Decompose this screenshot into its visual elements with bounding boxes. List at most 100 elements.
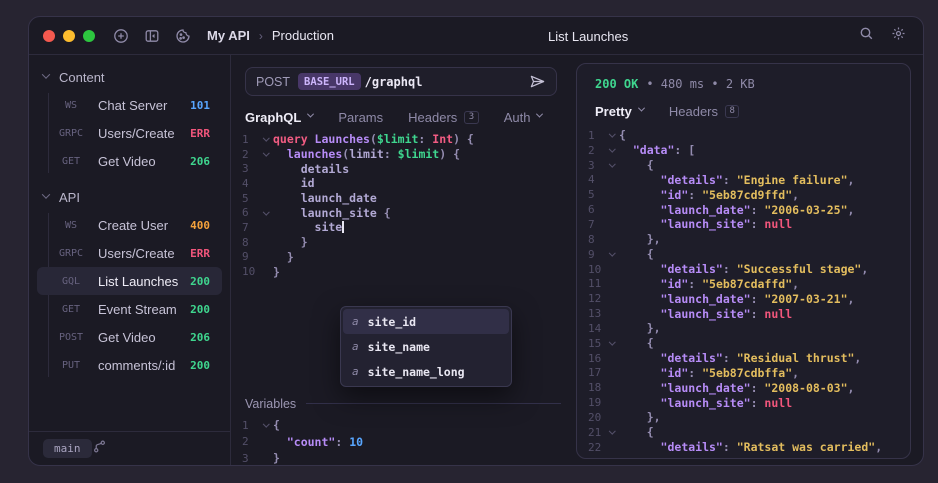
- tab-graphql[interactable]: GraphQL: [245, 110, 315, 125]
- query-line[interactable]: 5 launch_date: [231, 191, 569, 206]
- gear-icon[interactable]: [891, 26, 906, 46]
- response-line[interactable]: 18 "launch_date": "2008-08-03",: [577, 380, 910, 395]
- response-line[interactable]: 7 "launch_site": null: [577, 217, 910, 232]
- response-line[interactable]: 9 {: [577, 247, 910, 262]
- chevron-down-icon[interactable]: [608, 249, 616, 256]
- variables-editor[interactable]: 1{2 "count": 10 3}: [231, 417, 569, 465]
- minimize-window-button[interactable]: [63, 29, 75, 42]
- autocomplete-item-site-name-long[interactable]: a site_name_long: [343, 359, 509, 384]
- code-text: "launch_date": "2008-08-03",: [660, 380, 855, 395]
- line-number: 7: [588, 217, 595, 231]
- response-line[interactable]: 10 "details": "Successful stage",: [577, 262, 910, 277]
- code-text: "launch_site": null: [660, 217, 793, 232]
- query-line[interactable]: 8 }: [231, 235, 569, 250]
- chevron-down-icon[interactable]: [608, 160, 616, 167]
- autocomplete-item-site-id[interactable]: a site_id: [343, 309, 509, 334]
- response-line[interactable]: 20 },: [577, 410, 910, 425]
- request-name: List Launches: [98, 273, 179, 289]
- tab-label: Pretty: [595, 103, 632, 119]
- variables-line[interactable]: 1{: [231, 417, 569, 434]
- env-variable-pill[interactable]: BASE_URL: [298, 73, 361, 90]
- response-line[interactable]: 5 "id": "5eb87cd9ffd",: [577, 187, 910, 202]
- sidebar-item-get-video[interactable]: GET Get Video 206: [37, 147, 222, 175]
- sidebar-item-get-video[interactable]: POST Get Video 206: [37, 323, 222, 351]
- response-line[interactable]: 2 "data": [: [577, 143, 910, 158]
- breadcrumb-separator-icon: ›: [258, 28, 263, 43]
- sidebar-section-header-content[interactable]: Content: [29, 63, 230, 91]
- tab-headers[interactable]: Headers 8: [669, 104, 740, 119]
- query-line[interactable]: 7 site: [231, 220, 569, 235]
- git-branch-icon[interactable]: [92, 439, 107, 459]
- response-line[interactable]: 14 },: [577, 321, 910, 336]
- response-line[interactable]: 19 "launch_site": null: [577, 395, 910, 410]
- response-line[interactable]: 6 "launch_date": "2006-03-25",: [577, 202, 910, 217]
- panel-left-icon[interactable]: [144, 28, 160, 44]
- search-icon[interactable]: [859, 26, 874, 46]
- chevron-down-icon[interactable]: [262, 208, 270, 215]
- chevron-down-icon[interactable]: [608, 338, 616, 346]
- send-icon[interactable]: [529, 73, 546, 90]
- request-method-label: GRPC: [58, 247, 84, 259]
- sidebar-item-users-create[interactable]: GRPC Users/Create ERR: [37, 239, 222, 267]
- code-text: launch_site {: [273, 205, 391, 220]
- sidebar-item-users-create[interactable]: GRPC Users/Create ERR: [37, 119, 222, 147]
- response-line[interactable]: 16 "details": "Residual thrust",: [577, 351, 910, 366]
- response-line[interactable]: 13 "launch_site": null: [577, 306, 910, 321]
- chevron-down-icon[interactable]: [262, 149, 270, 156]
- response-line[interactable]: 1{: [577, 128, 910, 143]
- plus-circle-icon[interactable]: [113, 28, 129, 44]
- response-body[interactable]: 1{2 "data": [3 {4 "details": "Engine fai…: [577, 128, 910, 455]
- tab-auth[interactable]: Auth: [504, 110, 544, 125]
- breadcrumb-workspace[interactable]: My API: [207, 28, 250, 43]
- query-line[interactable]: 9 }: [231, 250, 569, 265]
- url-bar[interactable]: POST BASE_URL /graphql: [245, 67, 557, 96]
- branch-badge[interactable]: main: [43, 439, 92, 458]
- sidebar-item-chat-server[interactable]: WS Chat Server 101: [37, 91, 222, 119]
- sidebar: Content WS Chat Server 101 GRPC Users/Create E…: [29, 55, 231, 465]
- query-line[interactable]: 3 details: [231, 161, 569, 176]
- response-line[interactable]: 17 "id": "5eb87cdbffa",: [577, 366, 910, 381]
- code-text: "launch_site": null: [660, 395, 793, 410]
- tab-params[interactable]: Params: [338, 110, 383, 125]
- gutter-fold: [605, 145, 619, 153]
- chevron-down-icon: [536, 110, 544, 118]
- response-line[interactable]: 12 "launch_date": "2007-03-21",: [577, 291, 910, 306]
- query-line[interactable]: 1 query Launches($limit: Int) {: [231, 132, 569, 147]
- response-line[interactable]: 3 {: [577, 158, 910, 173]
- query-line[interactable]: 4 id: [231, 176, 569, 191]
- response-line[interactable]: 15 {: [577, 336, 910, 351]
- breadcrumb-environment[interactable]: Production: [272, 28, 334, 43]
- autocomplete-item-site-name[interactable]: a site_name: [343, 334, 509, 359]
- chevron-down-icon[interactable]: [262, 420, 270, 427]
- chevron-down-icon[interactable]: [262, 134, 270, 142]
- sidebar-item-comments-id[interactable]: PUT comments/:id 200: [37, 351, 222, 379]
- variables-line[interactable]: 3}: [231, 450, 569, 465]
- line-number: 12: [588, 292, 602, 306]
- query-line[interactable]: 6 launch_site {: [231, 205, 569, 220]
- chevron-down-icon[interactable]: [608, 130, 616, 138]
- line-number: 1: [588, 128, 595, 142]
- tab-pretty[interactable]: Pretty: [595, 103, 645, 119]
- graphql-editor[interactable]: 1 query Launches($limit: Int) {2 launches…: [231, 132, 569, 465]
- autocomplete-label: site_name_long: [367, 364, 465, 379]
- response-line[interactable]: 8 },: [577, 232, 910, 247]
- sidebar-item-list-launches[interactable]: GQL List Launches 200: [37, 267, 222, 295]
- code-text: site: [273, 220, 344, 235]
- response-line[interactable]: 11 "id": "5eb87cdaffd",: [577, 276, 910, 291]
- variables-line[interactable]: 2 "count": 10: [231, 433, 569, 450]
- query-line[interactable]: 10}: [231, 264, 569, 279]
- zoom-window-button[interactable]: [83, 29, 95, 42]
- tab-headers[interactable]: Headers 3: [408, 110, 479, 125]
- response-line[interactable]: 4 "details": "Engine failure",: [577, 173, 910, 188]
- sidebar-item-event-stream[interactable]: GET Event Stream 200: [37, 295, 222, 323]
- response-line[interactable]: 21 {: [577, 425, 910, 440]
- sidebar-item-create-user[interactable]: WS Create User 400: [37, 211, 222, 239]
- close-window-button[interactable]: [43, 29, 55, 42]
- request-path[interactable]: /graphql: [365, 75, 423, 89]
- cookie-icon[interactable]: [175, 28, 191, 44]
- response-line[interactable]: 22 "details": "Ratsat was carried",: [577, 440, 910, 455]
- sidebar-section-header-api[interactable]: API: [29, 183, 230, 211]
- chevron-down-icon[interactable]: [608, 427, 616, 435]
- chevron-down-icon[interactable]: [608, 145, 616, 153]
- query-line[interactable]: 2 launches(limit: $limit) {: [231, 147, 569, 162]
